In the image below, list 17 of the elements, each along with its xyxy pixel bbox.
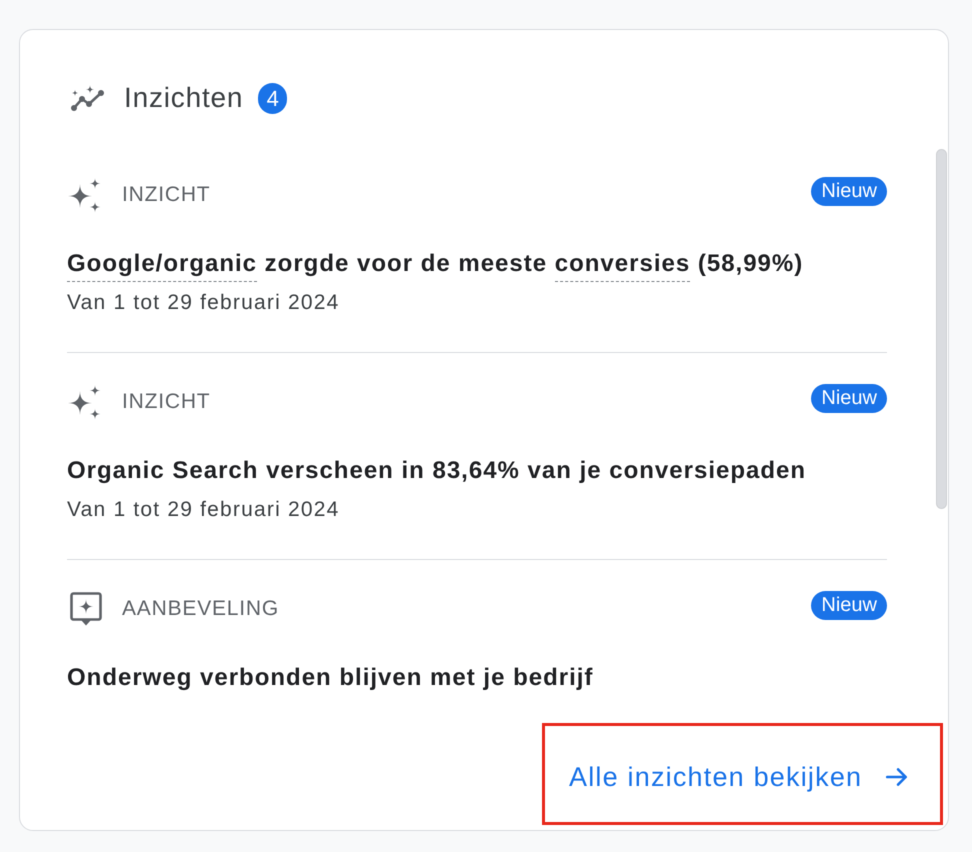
item-type-label: INZICHT <box>122 390 210 414</box>
trend-sparkle-icon <box>70 84 106 112</box>
item-type-label: AANBEVELING <box>122 597 280 621</box>
date-range: Van 1 tot 29 februari 2024 <box>67 291 340 315</box>
new-badge: Nieuw <box>811 384 887 413</box>
view-all-link[interactable]: Alle inzichten bekijken <box>569 761 910 793</box>
sparkle-message-icon <box>67 591 103 627</box>
insight-title[interactable]: Onderweg verbonden blijven met je bedrijf <box>67 663 887 693</box>
date-range: Van 1 tot 29 februari 2024 <box>67 498 340 522</box>
insight-title[interactable]: Google/organic zorgde voor de meeste conversies (58,99%) <box>67 249 887 279</box>
insights-title: Inzichten <box>124 82 244 114</box>
insight-title[interactable]: Organic Search verscheen in 83,64% van je conversiepaden <box>67 456 887 486</box>
item-type-label: INZICHT <box>122 183 210 207</box>
scrollbar-thumb[interactable] <box>936 149 947 509</box>
count-badge: 4 <box>258 82 288 114</box>
new-badge: Nieuw <box>811 591 887 620</box>
new-badge: Nieuw <box>811 177 887 206</box>
